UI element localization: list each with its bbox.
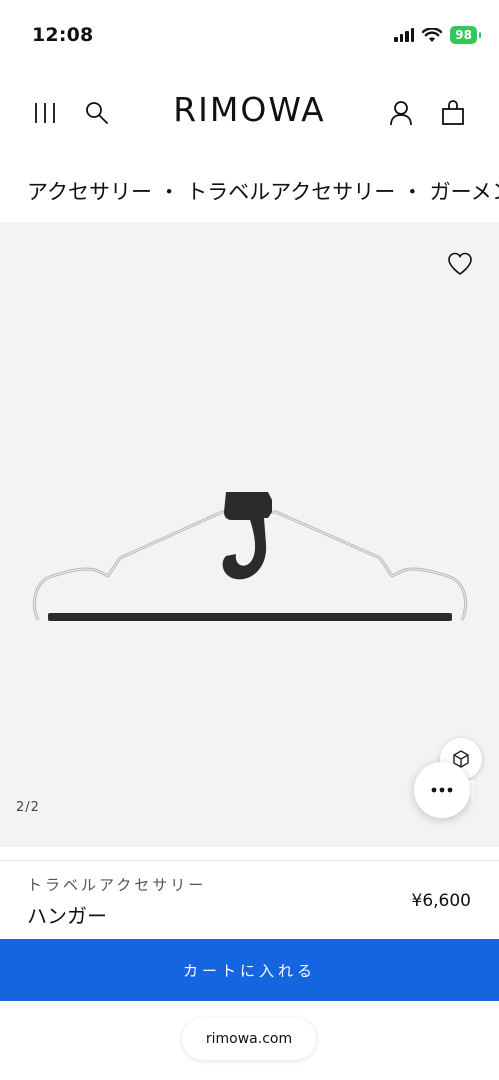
add-to-cart-button[interactable]: カートに入れる — [0, 939, 499, 1001]
chat-button[interactable] — [414, 762, 470, 818]
hanger-product-image — [33, 492, 467, 621]
status-time: 12:08 — [32, 24, 94, 46]
cellular-signal-icon — [394, 28, 415, 42]
status-bar: 12:08 98 — [0, 0, 499, 70]
brand-logo[interactable]: RIMOWA — [0, 90, 499, 129]
product-category: トラベルアクセサリー — [27, 876, 207, 894]
wifi-icon — [422, 27, 443, 42]
battery-indicator: 98 — [450, 26, 481, 44]
product-gallery[interactable]: 2/2 — [0, 222, 499, 847]
status-icons: 98 — [394, 26, 481, 44]
product-name: ハンガー — [27, 904, 107, 928]
product-price: ¥6,600 — [411, 891, 471, 911]
browser-url-bar[interactable]: rimowa.com — [182, 1018, 316, 1060]
more-dots-icon — [431, 787, 453, 793]
image-pager: 2/2 — [16, 800, 40, 815]
divider — [0, 860, 499, 861]
breadcrumb[interactable]: アクセサリー ・ トラベルアクセサリー ・ ガーメントバッグ — [27, 176, 499, 206]
battery-level: 98 — [455, 28, 472, 42]
